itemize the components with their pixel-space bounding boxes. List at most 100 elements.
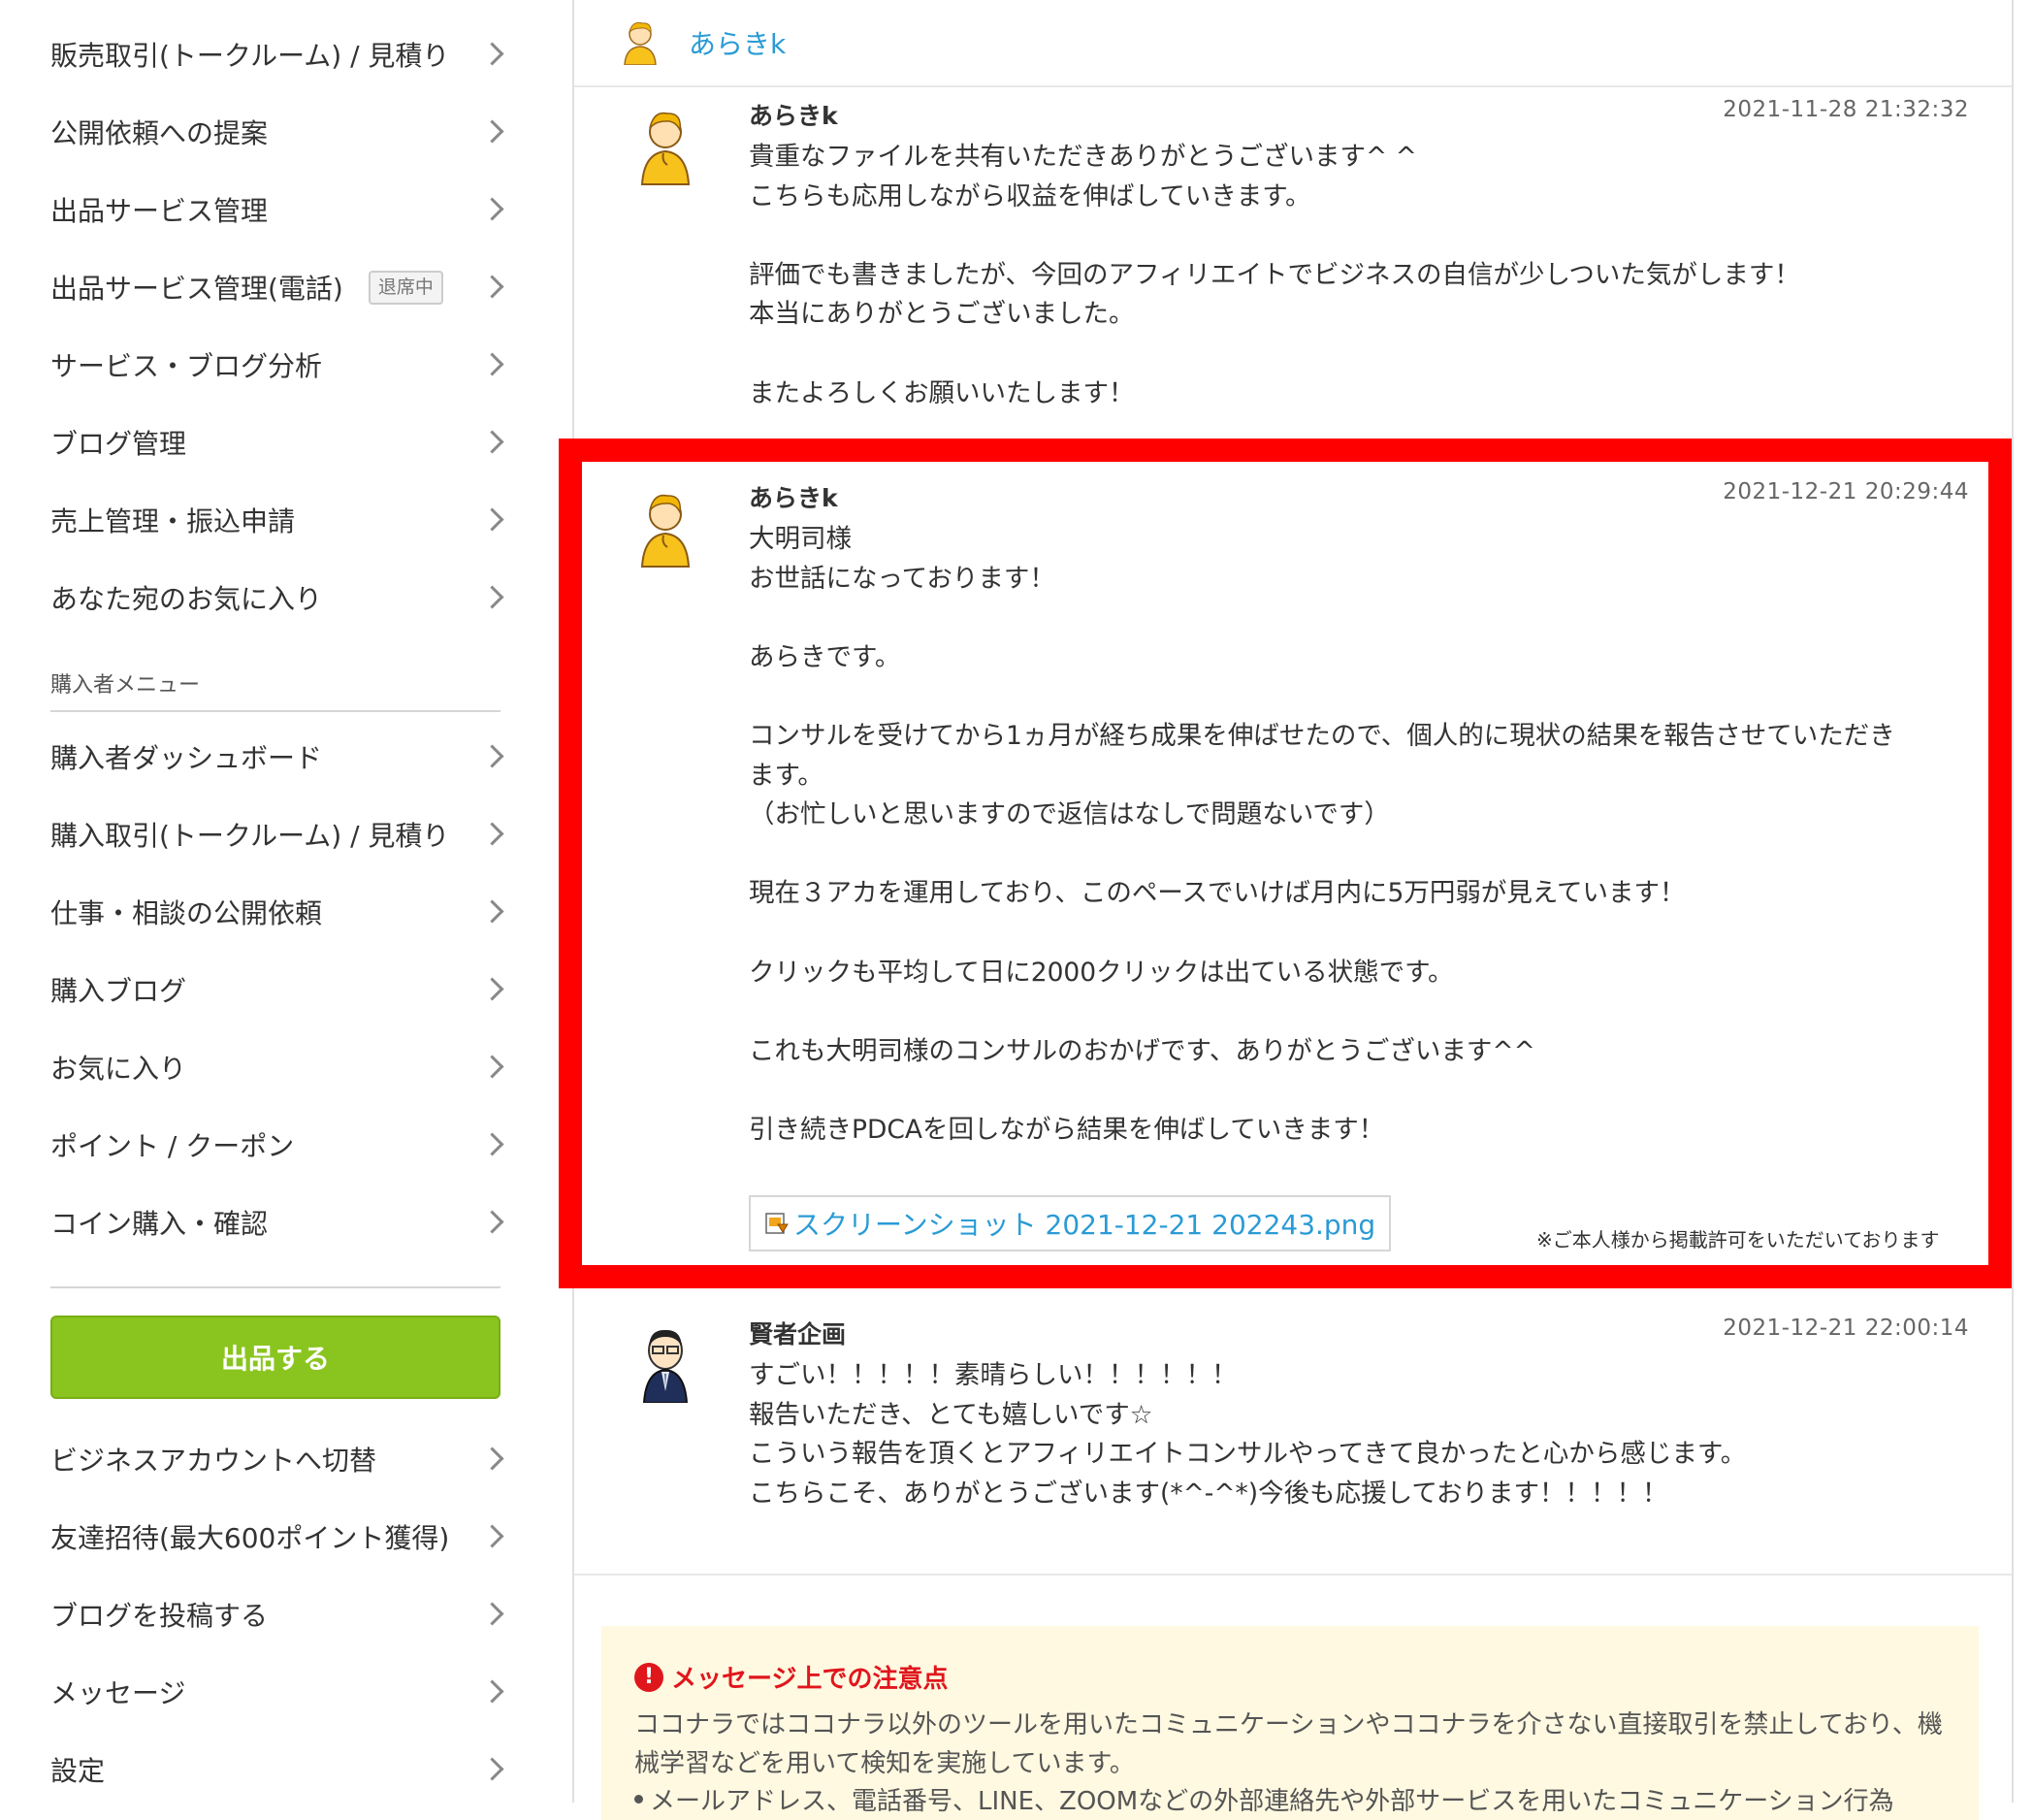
sidebar-item-label: あなた宛のお気に入り: [50, 583, 323, 615]
sidebar-item-label: 公開依頼への提案: [50, 117, 269, 149]
message: あらきk 2021-12-21 20:29:44 大明司様 お世話になっておりま…: [574, 439, 2012, 1288]
sidebar-item-buyer-dashboard[interactable]: 購入者ダッシュボード: [50, 718, 504, 796]
sidebar: 販売取引(トークルーム) / 見積り 公開依頼への提案 出品サービス管理 出品サ…: [0, 0, 572, 1803]
message-sender: あらきk: [749, 484, 838, 512]
sidebar-item-label: 購入取引(トークルーム) / 見積り: [50, 820, 450, 852]
notice-body: ココナラではココナラ以外のツールを用いたコミュニケーションやココナラを介さない直…: [634, 1710, 1943, 1778]
sidebar-item-favorites-to-you[interactable]: あなた宛のお気に入り: [50, 559, 504, 636]
sidebar-item-label: サービス・ブログ分析: [50, 350, 323, 382]
sidebar-item-blog-management[interactable]: ブログ管理: [50, 404, 504, 481]
chevron-right-icon: [480, 1679, 504, 1704]
message-separator: [574, 1574, 2012, 1576]
chevron-right-icon: [480, 1757, 504, 1781]
message-line: （お忙しいと思いますので返信はなしで問題ないです）: [749, 799, 1390, 830]
sidebar-item-sales-payout[interactable]: 売上管理・振込申請: [50, 481, 504, 559]
message-line: こちらこそ、ありがとうございます(*^-^*)今後も応援しております！！！！！: [749, 1478, 1668, 1509]
chevron-right-icon: [480, 744, 504, 768]
message-line: あらきです。: [749, 641, 901, 672]
chevron-right-icon: [480, 1524, 504, 1548]
sidebar-item-phone-service-management[interactable]: 出品サービス管理(電話) 退席中: [50, 248, 504, 326]
chevron-right-icon: [480, 1132, 504, 1156]
sidebar-item-proposals[interactable]: 公開依頼への提案: [50, 93, 504, 171]
message-line: 報告いただき、とても嬉しいです☆: [749, 1399, 1153, 1430]
sidebar-item-label: 売上管理・振込申請: [50, 505, 296, 537]
message-line: またよろしくお願いいたします！: [749, 377, 1135, 408]
sidebar-item-label: ビジネスアカウントへ切替: [50, 1445, 377, 1477]
sidebar-item-coins[interactable]: コイン購入・確認: [50, 1184, 504, 1261]
sidebar-item-label: ブログを投稿する: [50, 1600, 269, 1632]
chevron-right-icon: [480, 977, 504, 1001]
message-body: 大明司様 お世話になっております！ あらきです。 コンサルを受けてから1ヵ月が経…: [749, 520, 1961, 1151]
message-line: 本当にありがとうございました。: [749, 299, 1135, 330]
notice-title: ! メッセージ上での注意点: [634, 1659, 948, 1695]
sidebar-item-public-requests[interactable]: 仕事・相談の公開依頼: [50, 873, 504, 951]
message-line: こちらも応用しながら収益を伸ばしていきます。: [749, 180, 1311, 211]
message-timestamp: 2021-11-28 21:32:32: [1723, 97, 1969, 122]
chevron-right-icon: [480, 275, 504, 299]
message-body: すごい！！！！！素晴らしい！！！！！！ 報告いただき、とても嬉しいです☆ こうい…: [749, 1356, 1961, 1513]
sidebar-item-purchase-blog[interactable]: 購入ブログ: [50, 951, 504, 1028]
message-sender: 賢者企画: [749, 1320, 847, 1349]
sidebar-item-service-management[interactable]: 出品サービス管理: [50, 171, 504, 248]
sidebar-item-label: お気に入り: [50, 1053, 187, 1085]
buyer-menu: 購入者ダッシュボード 購入取引(トークルーム) / 見積り 仕事・相談の公開依頼…: [50, 718, 504, 1261]
chevron-right-icon: [480, 1602, 504, 1626]
message-line: コンサルを受けてから1ヵ月が経ち成果を伸ばせたので、個人的に現状の結果を報告させ…: [749, 720, 1895, 751]
sidebar-item-business-account[interactable]: ビジネスアカウントへ切替: [50, 1420, 504, 1498]
message-line: [749, 1071, 1961, 1111]
chevron-right-icon: [480, 197, 504, 221]
message-line: これも大明司様のコンサルのおかげです、ありがとうございます^^: [749, 1035, 1535, 1066]
sidebar-item-label: 設定: [50, 1755, 106, 1787]
message-line: 現在３アカを運用しており、このペースでいけば月内に5万円弱が見えています！: [749, 878, 1686, 909]
message-line: [749, 216, 1961, 256]
chevron-right-icon: [480, 822, 504, 846]
message-line: ます。: [749, 760, 823, 791]
message-line: すごい！！！！！素晴らしい！！！！！！: [749, 1360, 1238, 1390]
message-line: 引き続きPDCAを回しながら結果を伸ばしていきます！: [749, 1114, 1385, 1145]
image-file-icon: [765, 1213, 789, 1234]
message-line: 評価でも書きましたが、今回のアフィリエイトでビジネスの自信が少しついた気がします…: [749, 259, 1800, 290]
sidebar-item-favorites[interactable]: お気に入り: [50, 1028, 504, 1106]
user-avatar-icon: [640, 494, 691, 568]
message-line: [749, 835, 1961, 875]
sidebar-item-label: コイン購入・確認: [50, 1208, 269, 1240]
attachment-filename: スクリーンショット 2021-12-21 202243.png: [793, 1209, 1376, 1241]
user-avatar-icon: [640, 112, 691, 185]
sidebar-item-messages[interactable]: メッセージ: [50, 1653, 504, 1731]
message-line: [749, 992, 1961, 1032]
sidebar-item-sales-transactions[interactable]: 販売取引(トークルーム) / 見積り: [50, 16, 504, 93]
chevron-right-icon: [480, 1055, 504, 1079]
sidebar-item-label: 購入ブログ: [50, 975, 187, 1007]
sidebar-item-label: 仕事・相談の公開依頼: [50, 897, 323, 929]
chevron-right-icon: [480, 1446, 504, 1471]
status-badge: 退席中: [368, 270, 443, 305]
sidebar-item-analytics[interactable]: サービス・ブログ分析: [50, 326, 504, 404]
message-line: お世話になっております！: [749, 563, 1055, 594]
message-timestamp: 2021-12-21 20:29:44: [1723, 479, 1969, 504]
sidebar-item-post-blog[interactable]: ブログを投稿する: [50, 1576, 504, 1653]
chevron-right-icon: [480, 352, 504, 376]
sidebar-divider: [50, 1286, 500, 1288]
message: 賢者企画 2021-12-21 22:00:14 すごい！！！！！素晴らしい！！…: [574, 1288, 2012, 1576]
sidebar-item-points-coupons[interactable]: ポイント / クーポン: [50, 1106, 504, 1184]
notice-box: ! メッセージ上での注意点 ココナラではココナラ以外のツールを用いたコミュニケー…: [601, 1626, 1979, 1820]
sidebar-item-label: 販売取引(トークルーム) / 見積り: [50, 40, 450, 72]
message-body: 貴重なファイルを共有いただきありがとうございます^ ^ こちらも応用しながら収益…: [749, 138, 1961, 413]
attachment-link[interactable]: スクリーンショット 2021-12-21 202243.png: [749, 1195, 1392, 1251]
sidebar-item-label: ブログ管理: [50, 428, 187, 460]
sidebar-item-label: 友達招待(最大600ポイント獲得): [50, 1522, 450, 1554]
partner-name-link[interactable]: あらきk: [689, 23, 786, 62]
sidebar-item-label: ポイント / クーポン: [50, 1130, 295, 1162]
sidebar-item-settings[interactable]: 設定: [50, 1731, 504, 1808]
message-line: 貴重なファイルを共有いただきありがとうございます^ ^: [749, 142, 1417, 172]
sidebar-item-label: 出品サービス管理(電話): [50, 273, 343, 305]
user-avatar-icon: [642, 1329, 689, 1403]
sidebar-item-invite-friends[interactable]: 友達招待(最大600ポイント獲得): [50, 1498, 504, 1576]
notice-bullet: メールアドレス、電話番号、LINE、ZOOMなどの外部連絡先や外部サービスを用い…: [634, 1781, 1894, 1817]
message-sender: あらきk: [749, 102, 838, 130]
sidebar-item-label: 出品サービス管理: [50, 195, 269, 227]
chevron-right-icon: [480, 507, 504, 532]
sell-button[interactable]: 出品する: [50, 1316, 500, 1399]
seller-menu: 販売取引(トークルーム) / 見積り 公開依頼への提案 出品サービス管理 出品サ…: [50, 16, 504, 636]
sidebar-item-purchase-transactions[interactable]: 購入取引(トークルーム) / 見積り: [50, 796, 504, 873]
